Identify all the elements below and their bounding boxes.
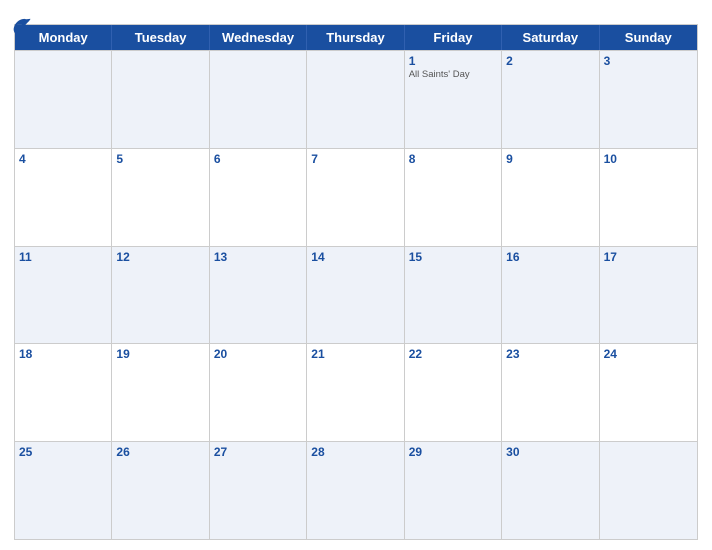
day-number: 20 (214, 347, 302, 361)
day-number: 13 (214, 250, 302, 264)
day-number: 22 (409, 347, 497, 361)
day-cell-3: 3 (600, 51, 697, 148)
day-cell-11: 11 (15, 247, 112, 344)
day-cell-23: 23 (502, 344, 599, 441)
day-number: 27 (214, 445, 302, 459)
day-number: 21 (311, 347, 399, 361)
day-cell-6: 6 (210, 149, 307, 246)
day-number: 16 (506, 250, 594, 264)
day-cell-empty (307, 51, 404, 148)
day-number: 15 (409, 250, 497, 264)
week-row-1: 1All Saints' Day 23 (15, 50, 697, 148)
day-number: 30 (506, 445, 594, 459)
day-number: 11 (19, 250, 107, 264)
day-number: 6 (214, 152, 302, 166)
day-cell-12: 12 (112, 247, 209, 344)
week-row-2: 456789 10 (15, 148, 697, 246)
day-cell-9: 9 (502, 149, 599, 246)
day-cell-13: 13 (210, 247, 307, 344)
day-number: 7 (311, 152, 399, 166)
day-cell-25: 25 (15, 442, 112, 539)
day-number: 8 (409, 152, 497, 166)
day-cell-empty (112, 51, 209, 148)
day-cell-5: 5 (112, 149, 209, 246)
day-cell-15: 15 (405, 247, 502, 344)
day-cell-17: 17 (600, 247, 697, 344)
day-number: 1 (409, 54, 497, 68)
day-number: 19 (116, 347, 204, 361)
day-cell-22: 22 (405, 344, 502, 441)
day-number: 9 (506, 152, 594, 166)
day-cell-4: 4 (15, 149, 112, 246)
day-number: 4 (19, 152, 107, 166)
day-cell-empty (15, 51, 112, 148)
day-cell-19: 19 (112, 344, 209, 441)
day-number: 28 (311, 445, 399, 459)
day-number: 14 (311, 250, 399, 264)
day-number: 5 (116, 152, 204, 166)
day-headers-row: MondayTuesdayWednesdayThursdayFridaySatu… (15, 25, 697, 50)
day-number: 10 (604, 152, 693, 166)
day-number: 3 (604, 54, 693, 68)
day-cell-7: 7 (307, 149, 404, 246)
day-cell-28: 28 (307, 442, 404, 539)
day-number: 12 (116, 250, 204, 264)
day-cell-16: 16 (502, 247, 599, 344)
day-cell-14: 14 (307, 247, 404, 344)
calendar-page: MondayTuesdayWednesdayThursdayFridaySatu… (0, 0, 712, 550)
logo-bird-icon (10, 16, 32, 43)
day-cell-20: 20 (210, 344, 307, 441)
day-number: 18 (19, 347, 107, 361)
day-cell-18: 18 (15, 344, 112, 441)
day-cell-1: 1All Saints' Day (405, 51, 502, 148)
day-header-thursday: Thursday (307, 25, 404, 50)
day-header-wednesday: Wednesday (210, 25, 307, 50)
day-header-friday: Friday (405, 25, 502, 50)
day-cell-26: 26 (112, 442, 209, 539)
day-header-tuesday: Tuesday (112, 25, 209, 50)
day-cell-8: 8 (405, 149, 502, 246)
day-header-sunday: Sunday (600, 25, 697, 50)
day-cell-30: 30 (502, 442, 599, 539)
day-cell-21: 21 (307, 344, 404, 441)
week-row-5: 25 26 27 28 29 30 (15, 441, 697, 539)
day-number: 26 (116, 445, 204, 459)
day-number: 2 (506, 54, 594, 68)
day-event: All Saints' Day (409, 69, 497, 80)
day-cell-27: 27 (210, 442, 307, 539)
day-number: 29 (409, 445, 497, 459)
calendar-grid: MondayTuesdayWednesdayThursdayFridaySatu… (14, 24, 698, 540)
day-header-saturday: Saturday (502, 25, 599, 50)
day-number: 17 (604, 250, 693, 264)
day-cell-2: 2 (502, 51, 599, 148)
week-row-3: 11 12 13 14 15 16 17 (15, 246, 697, 344)
calendar-body: 1All Saints' Day234567891011121314151617… (15, 50, 697, 539)
day-cell-empty (600, 442, 697, 539)
day-cell-10: 10 (600, 149, 697, 246)
week-row-4: 18 19 20 21 22 23 24 (15, 343, 697, 441)
day-number: 25 (19, 445, 107, 459)
day-cell-empty (210, 51, 307, 148)
calendar-header (14, 10, 698, 18)
day-cell-24: 24 (600, 344, 697, 441)
day-cell-29: 29 (405, 442, 502, 539)
day-number: 23 (506, 347, 594, 361)
day-number: 24 (604, 347, 693, 361)
